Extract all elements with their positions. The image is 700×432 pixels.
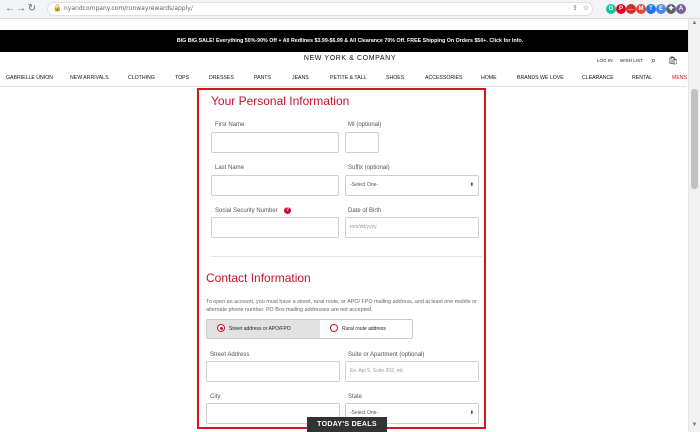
- rural-option-label: Rural route address: [342, 326, 386, 332]
- dob-placeholder: mm/dd/yyyy: [350, 224, 377, 230]
- nav-mens[interactable]: MENS: [672, 73, 687, 83]
- application-form: Your Personal Information First Name MI …: [197, 88, 486, 429]
- ssn-input[interactable]: [211, 217, 339, 238]
- last-name-label: Last Name: [215, 165, 245, 171]
- address-bar[interactable]: 🔒 nyandcompany.com/runwayrewards/apply/ …: [47, 2, 593, 16]
- radio-selected-icon: [217, 324, 225, 332]
- suite-label: Suite or Apartment (optional): [348, 352, 425, 358]
- nav-accessories[interactable]: ACCESSORIES: [425, 73, 462, 83]
- shopping-bag-icon[interactable]: 🛍: [668, 56, 678, 65]
- promo-banner[interactable]: BIG BIG SALE! Everything 50%-90% Off + A…: [0, 30, 700, 52]
- nav-clearance[interactable]: CLEARANCE: [582, 73, 614, 83]
- bookmark-star-icon[interactable]: ☆: [582, 5, 590, 13]
- browser-toolbar: ← → ↻ 🔒 nyandcompany.com/runwayrewards/a…: [0, 0, 700, 19]
- nav-home[interactable]: HOME: [481, 73, 497, 83]
- nav-petite-tall[interactable]: PETITE & TALL: [330, 73, 366, 83]
- header-divider: [0, 86, 686, 87]
- nav-rental[interactable]: RENTAL: [632, 73, 652, 83]
- scroll-up-icon[interactable]: ▲: [690, 20, 699, 26]
- gmail-icon[interactable]: M: [636, 4, 646, 14]
- extension-icon[interactable]: E: [656, 4, 666, 14]
- street-option-label: Street address or APO/FPO: [229, 326, 291, 332]
- nav-pants[interactable]: PANTS: [254, 73, 271, 83]
- first-name-input[interactable]: [211, 132, 339, 153]
- nav-new-arrivals[interactable]: NEW ARRIVALS: [70, 73, 109, 83]
- section-divider: [211, 256, 482, 257]
- suffix-label: Suffix (optional): [348, 165, 390, 171]
- translate-icon[interactable]: T: [646, 4, 656, 14]
- state-label: State: [348, 394, 363, 400]
- login-link[interactable]: LOG IN: [597, 58, 613, 63]
- suite-input[interactable]: Ex: Apt 5, Suite 202, etc: [345, 361, 479, 382]
- search-icon[interactable]: ⌕: [651, 55, 656, 66]
- street-address-option[interactable]: Street address or APO/FPO: [207, 320, 320, 338]
- nav-clothing[interactable]: CLOTHING: [128, 73, 155, 83]
- wishlist-link[interactable]: WISH LIST: [620, 58, 643, 63]
- dob-label: Date of Birth: [348, 208, 382, 214]
- radio-unselected-icon: [330, 324, 338, 332]
- select-arrows-icon: ⬍: [469, 410, 474, 416]
- lastpass-icon[interactable]: …: [626, 4, 636, 14]
- main-navigation: GABRIELLE UNION NEW ARRIVALS CLOTHING TO…: [0, 73, 700, 83]
- pinterest-icon[interactable]: P: [616, 4, 626, 14]
- grammarly-icon[interactable]: G: [606, 4, 616, 14]
- last-name-input[interactable]: [211, 175, 339, 196]
- mi-input[interactable]: [345, 132, 379, 153]
- lock-icon: 🔒: [53, 5, 62, 12]
- help-icon[interactable]: ?: [284, 207, 291, 214]
- mi-label: MI (optional): [348, 122, 382, 128]
- nav-shoes[interactable]: SHOES: [386, 73, 404, 83]
- suffix-select[interactable]: -Select One- ⬍: [345, 175, 479, 196]
- profile-icon[interactable]: A: [676, 4, 686, 14]
- puzzle-icon[interactable]: ✚: [666, 4, 676, 14]
- todays-deals-tab[interactable]: TODAY'S DEALS: [307, 417, 387, 432]
- url-text[interactable]: nyandcompany.com/runwayrewards/apply/: [64, 3, 193, 15]
- street-address-input[interactable]: [206, 361, 340, 382]
- brand-logo[interactable]: NEW YORK & COMPANY: [0, 55, 700, 62]
- address-type-toggle: Street address or APO/FPO Rural route ad…: [206, 319, 413, 339]
- page-scrollbar[interactable]: ▲ ▼: [688, 19, 700, 432]
- nav-gabrielle-union[interactable]: GABRIELLE UNION: [6, 73, 53, 83]
- nav-dresses[interactable]: DRESSES: [209, 73, 234, 83]
- nav-tops[interactable]: TOPS: [175, 73, 189, 83]
- dob-input[interactable]: mm/dd/yyyy: [345, 217, 479, 238]
- reload-icon[interactable]: ↻: [26, 3, 38, 15]
- share-icon[interactable]: ⇪: [571, 5, 579, 13]
- contact-instructions: To open an account, you must have a stre…: [206, 299, 477, 313]
- ssn-label: Social Security Number: [215, 208, 278, 214]
- scroll-down-icon[interactable]: ▼: [690, 422, 699, 428]
- suite-placeholder: Ex: Apt 5, Suite 202, etc: [350, 368, 404, 374]
- nav-brands-we-love[interactable]: BRANDS WE LOVE: [517, 73, 564, 83]
- rural-route-option[interactable]: Rural route address: [320, 320, 412, 338]
- city-label: City: [210, 394, 221, 400]
- first-name-label: First Name: [215, 122, 245, 128]
- street-address-label: Street Address: [210, 352, 250, 358]
- select-arrows-icon: ⬍: [469, 182, 474, 188]
- contact-info-title: Contact Information: [206, 271, 311, 285]
- suffix-selected-value: -Select One-: [350, 182, 379, 188]
- scroll-thumb[interactable]: [691, 89, 698, 189]
- nav-jeans[interactable]: JEANS: [292, 73, 309, 83]
- personal-info-title: Your Personal Information: [211, 94, 350, 108]
